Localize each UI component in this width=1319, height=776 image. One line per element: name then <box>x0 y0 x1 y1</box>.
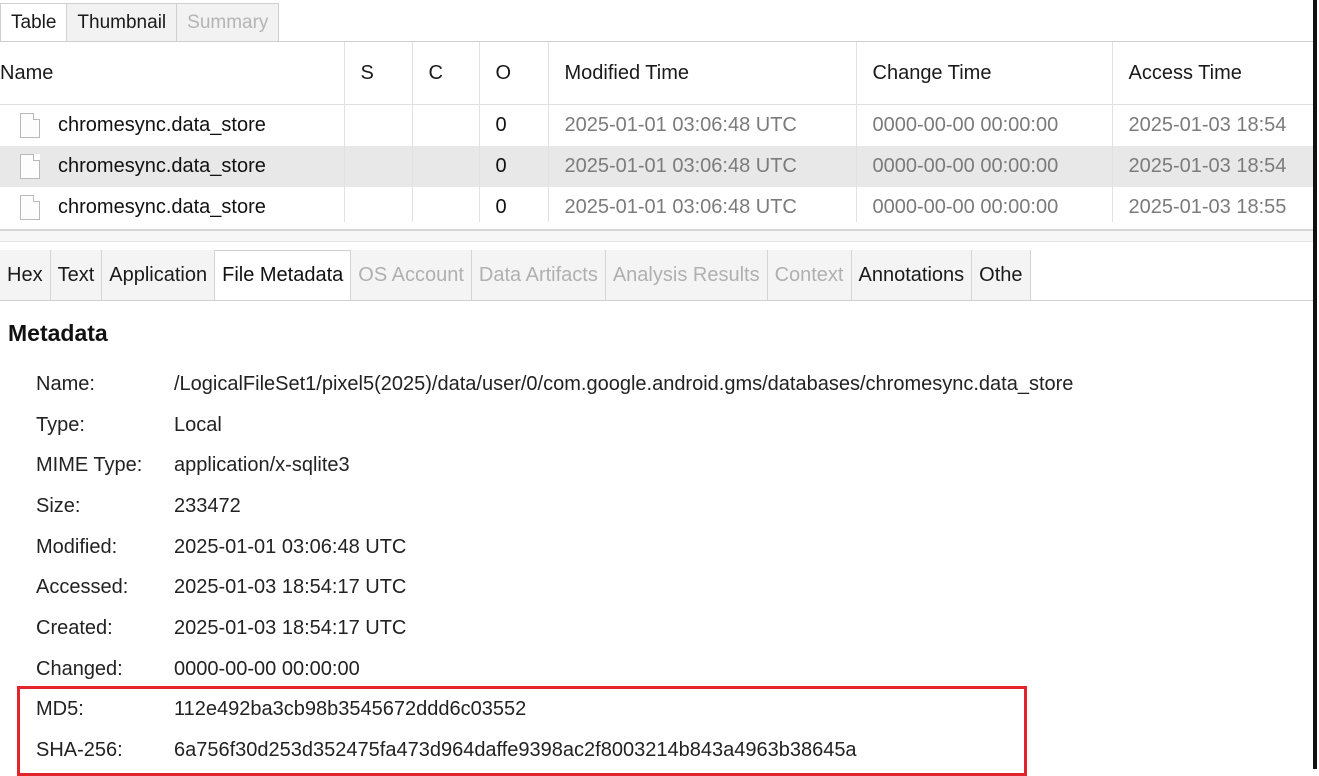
cell-c <box>412 104 480 146</box>
cell-access-time: 2025-01-03 18:54 <box>1112 104 1313 146</box>
cell-access-time: 2025-01-03 18:54 <box>1112 146 1313 187</box>
tab-analysis-results[interactable]: Analysis Results <box>605 250 768 300</box>
tab-application[interactable]: Application <box>102 250 216 300</box>
column-header-c[interactable]: C <box>412 42 480 105</box>
cell-name-text: chromesync.data_store <box>58 113 266 136</box>
metadata-key: Name: <box>36 372 95 395</box>
tab-context[interactable]: Context <box>767 250 852 300</box>
metadata-heading: Metadata <box>8 320 108 346</box>
tab-text[interactable]: Text <box>50 250 103 300</box>
cell-s <box>344 104 413 146</box>
cell-s <box>344 146 413 187</box>
table-header-row: Name S C O Modified Time Change Time Acc… <box>0 42 1313 105</box>
cell-o: 0 <box>479 146 549 187</box>
panel-splitter[interactable] <box>0 229 1313 242</box>
metadata-value: application/x-sqlite3 <box>174 454 350 477</box>
file-icon <box>20 113 40 138</box>
metadata-value: 2025-01-03 18:54:17 UTC <box>174 576 407 599</box>
tab-hex[interactable]: Hex <box>0 250 51 300</box>
metadata-key: Size: <box>36 494 81 517</box>
metadata-key: Changed: <box>36 657 123 680</box>
results-table: Name S C O Modified Time Change Time Acc… <box>0 42 1313 222</box>
metadata-row-size: Size: 233472 <box>36 486 1073 527</box>
metadata-row-type: Type: Local <box>36 405 1073 446</box>
cell-modified-time: 2025-01-01 03:06:48 UTC <box>548 187 857 222</box>
cell-name-text: chromesync.data_store <box>58 154 266 177</box>
metadata-key: MIME Type: <box>36 454 143 477</box>
tab-table[interactable]: Table <box>0 3 68 41</box>
column-header-o[interactable]: O <box>479 42 549 105</box>
metadata-row-changed: Changed: 0000-00-00 00:00:00 <box>36 649 1073 690</box>
cell-name-text: chromesync.data_store <box>58 195 266 218</box>
cell-name: chromesync.data_store <box>0 187 345 222</box>
column-header-name[interactable]: Name <box>0 42 345 105</box>
cell-change-time: 0000-00-00 00:00:00 <box>856 104 1113 146</box>
metadata-key: Accessed: <box>36 576 129 599</box>
metadata-row-name: Name: /LogicalFileSet1/pixel5(2025)/data/… <box>36 364 1073 405</box>
cell-access-time: 2025-01-03 18:55 <box>1112 187 1313 222</box>
metadata-value: 2025-01-03 18:54:17 UTC <box>174 616 407 639</box>
metadata-row-modified: Modified: 2025-01-01 03:06:48 UTC <box>36 527 1073 568</box>
cell-o: 0 <box>479 187 549 222</box>
cell-name: chromesync.data_store <box>0 146 345 187</box>
column-header-s[interactable]: S <box>344 42 413 105</box>
metadata-value: Local <box>174 413 222 436</box>
tab-annotations[interactable]: Annotations <box>851 250 973 300</box>
tab-thumbnail[interactable]: Thumbnail <box>66 3 178 41</box>
cell-change-time: 0000-00-00 00:00:00 <box>856 146 1113 187</box>
metadata-value: /LogicalFileSet1/pixel5(2025)/data/user/… <box>174 372 1074 395</box>
metadata-value: 233472 <box>174 494 241 517</box>
column-header-access-time[interactable]: Access Time <box>1112 42 1313 105</box>
metadata-key: Created: <box>36 616 113 639</box>
cell-modified-time: 2025-01-01 03:06:48 UTC <box>548 104 857 146</box>
metadata-key: Modified: <box>36 535 118 558</box>
cell-c <box>412 146 480 187</box>
tab-file-metadata[interactable]: File Metadata <box>215 250 352 300</box>
metadata-row-created: Created: 2025-01-03 18:54:17 UTC <box>36 608 1073 649</box>
metadata-key: Type: <box>36 413 85 436</box>
result-view-tabs: Table Thumbnail Summary <box>0 0 280 41</box>
column-header-change-time[interactable]: Change Time <box>856 42 1113 105</box>
tab-data-artifacts[interactable]: Data Artifacts <box>471 250 606 300</box>
file-icon <box>20 195 40 220</box>
metadata-value: 0000-00-00 00:00:00 <box>174 657 360 680</box>
hash-highlight-box <box>17 686 1027 776</box>
metadata-row-accessed: Accessed: 2025-01-03 18:54:17 UTC <box>36 567 1073 608</box>
content-viewer-tabs: Hex Text Application File Metadata OS Ac… <box>0 250 1313 301</box>
table-row[interactable]: chromesync.data_store 0 2025-01-01 03:06… <box>0 104 1313 146</box>
tab-other[interactable]: Othe <box>972 250 1031 300</box>
metadata-row-mime-type: MIME Type: application/x-sqlite3 <box>36 445 1073 486</box>
file-icon <box>20 154 40 179</box>
app-window: Table Thumbnail Summary Name S C O Modif… <box>0 0 1317 776</box>
cell-o: 0 <box>479 104 549 146</box>
table-row[interactable]: chromesync.data_store 0 2025-01-01 03:06… <box>0 187 1313 222</box>
column-header-modified-time[interactable]: Modified Time <box>548 42 857 105</box>
results-table-panel: Name S C O Modified Time Change Time Acc… <box>0 41 1313 222</box>
tab-summary[interactable]: Summary <box>176 3 280 41</box>
cell-name: chromesync.data_store <box>0 104 345 146</box>
cell-modified-time: 2025-01-01 03:06:48 UTC <box>548 146 857 187</box>
cell-change-time: 0000-00-00 00:00:00 <box>856 187 1113 222</box>
table-row[interactable]: chromesync.data_store 0 2025-01-01 03:06… <box>0 146 1313 187</box>
cell-s <box>344 187 413 222</box>
metadata-value: 2025-01-01 03:06:48 UTC <box>174 535 407 558</box>
cell-c <box>412 187 480 222</box>
tab-os-account[interactable]: OS Account <box>351 250 472 300</box>
